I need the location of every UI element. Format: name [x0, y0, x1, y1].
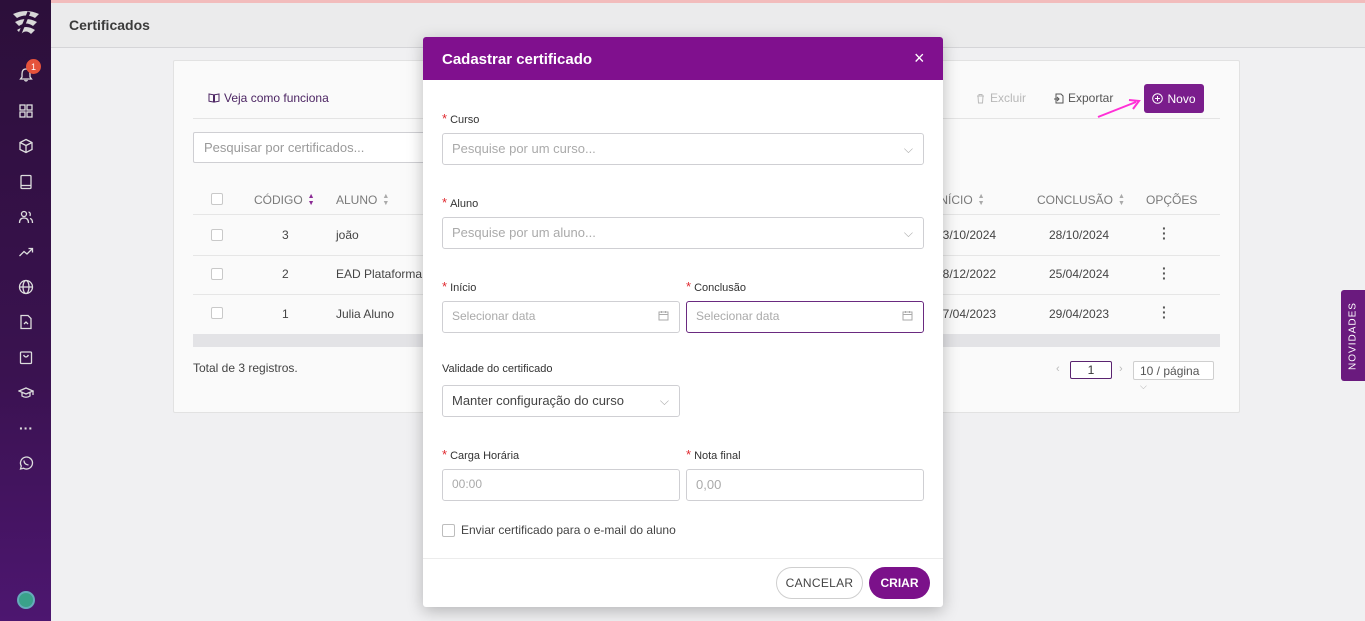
cell-student: Julia Aluno	[336, 307, 395, 321]
chevron-down-icon: ⌵	[1140, 381, 1147, 391]
new-label: Novo	[1167, 91, 1196, 106]
column-header-codigo[interactable]: CÓDIGO ▲ ▼	[254, 193, 315, 207]
conclusao-date-picker[interactable]: Selecionar data	[686, 301, 924, 333]
graduation-icon[interactable]	[16, 383, 36, 403]
row-options-icon[interactable]: · · ·	[1162, 221, 1167, 245]
send-email-checkbox[interactable]	[442, 524, 455, 537]
row-options-icon[interactable]: · · ·	[1162, 300, 1167, 324]
calendar-icon	[658, 310, 669, 324]
trending-icon[interactable]	[16, 242, 36, 262]
total-records: Total de 3 registros.	[193, 361, 298, 375]
export-icon	[1054, 93, 1064, 103]
nota-final-input[interactable]: 0,00	[686, 469, 924, 501]
cell-start: 23/10/2024	[936, 228, 997, 242]
chevron-down-icon: ⌵	[903, 226, 913, 240]
cell-start: 28/12/2022	[936, 267, 997, 281]
cell-code: 2	[282, 267, 289, 281]
pointer-arrow-icon	[1097, 99, 1141, 118]
users-icon[interactable]	[16, 207, 36, 227]
modal-header: Cadastrar certificado ×	[423, 37, 943, 80]
whatsapp-icon[interactable]	[16, 453, 36, 473]
create-button[interactable]: CRIAR	[869, 567, 930, 599]
modal-footer-divider	[423, 558, 943, 559]
row-checkbox[interactable]	[211, 229, 223, 241]
calendar-icon	[902, 310, 913, 324]
sort-icon: ▲ ▼	[307, 193, 315, 207]
cell-student: EAD Plataforma	[336, 267, 423, 281]
current-page[interactable]: 1	[1070, 361, 1112, 379]
column-header-opcoes: OPÇÕES	[1146, 193, 1198, 207]
cell-code: 1	[282, 307, 289, 321]
novidades-tab[interactable]: NOVIDADES	[1341, 290, 1365, 381]
cell-code: 3	[282, 228, 289, 242]
send-email-label[interactable]: Enviar certificado para o e-mail do alun…	[461, 523, 676, 537]
chevron-down-icon: ⌵	[659, 394, 669, 408]
user-avatar[interactable]	[17, 591, 35, 609]
novidades-label: NOVIDADES	[1347, 301, 1359, 370]
sort-icon: ▲ ▼	[1118, 193, 1125, 207]
cell-end: 28/10/2024	[1049, 228, 1110, 242]
column-header-aluno[interactable]: ALUNO ▲ ▼	[336, 193, 389, 207]
validade-label: Validade do certificado	[442, 363, 553, 375]
chevron-down-icon: ⌵	[903, 142, 913, 156]
search-input[interactable]: Pesquisar por certificados...	[193, 132, 433, 163]
more-icon[interactable]: ···	[16, 418, 36, 438]
column-header-conclusao[interactable]: CONCLUSÃO ▲ ▼	[1037, 193, 1125, 207]
validade-select[interactable]: Manter configuração do curso ⌵	[442, 385, 680, 417]
page-size-select[interactable]: 10 / página ⌵	[1133, 361, 1214, 391]
brand-logo-icon[interactable]	[9, 6, 43, 40]
carga-horaria-label: * Carga Horária	[442, 447, 520, 462]
page-title: Certificados	[69, 17, 150, 33]
inicio-label: * Início	[442, 279, 477, 294]
new-button[interactable]: Novo	[1144, 84, 1204, 113]
nota-final-label: * Nota final	[686, 447, 741, 462]
cell-student: joão	[336, 228, 359, 242]
box-icon[interactable]	[16, 136, 36, 156]
column-header-inicio[interactable]: INÍCIO ▲ ▼	[936, 193, 985, 207]
next-page-icon[interactable]: ›	[1119, 363, 1123, 375]
carga-horaria-input[interactable]: 00:00	[442, 469, 680, 501]
plus-circle-icon	[1152, 93, 1164, 104]
create-certificate-modal: Cadastrar certificado × * Curso Pesquise …	[423, 37, 943, 607]
trash-icon	[977, 93, 984, 103]
how-it-works-label: Veja como funciona	[224, 91, 329, 105]
notification-badge: 1	[26, 59, 41, 74]
close-icon[interactable]: ×	[914, 49, 925, 67]
delete-label: Excluir	[990, 91, 1027, 105]
row-checkbox[interactable]	[211, 268, 223, 280]
document-icon[interactable]	[16, 312, 36, 332]
aluno-select[interactable]: Pesquise por um aluno... ⌵	[442, 217, 924, 249]
sort-icon: ▲ ▼	[977, 193, 985, 207]
prev-page-icon[interactable]: ‹	[1056, 363, 1060, 375]
how-it-works-link[interactable]: Veja como funciona	[208, 91, 329, 105]
row-checkbox[interactable]	[211, 307, 223, 319]
aluno-label: * Aluno	[442, 195, 479, 210]
conclusao-label: * Conclusão	[686, 279, 747, 294]
inicio-date-picker[interactable]: Selecionar data	[442, 301, 680, 333]
curso-label: * Curso	[442, 111, 480, 126]
cell-end: 29/04/2023	[1049, 307, 1110, 321]
cancel-button[interactable]: CANCELAR	[776, 567, 863, 599]
sidebar: 1 ···	[0, 0, 51, 621]
bag-icon[interactable]	[16, 347, 36, 367]
curso-select[interactable]: Pesquise por um curso... ⌵	[442, 133, 924, 165]
cell-end: 25/04/2024	[1049, 267, 1110, 281]
dashboard-icon[interactable]	[16, 101, 36, 121]
book-icon[interactable]	[16, 172, 36, 192]
book-open-icon	[208, 93, 220, 103]
sort-icon: ▲ ▼	[382, 193, 390, 207]
globe-icon[interactable]	[16, 277, 36, 297]
delete-button[interactable]: Excluir	[975, 91, 1026, 105]
row-options-icon[interactable]: · · ·	[1162, 261, 1167, 285]
cell-start: 27/04/2023	[936, 307, 997, 321]
modal-title: Cadastrar certificado	[442, 51, 593, 68]
page-size-value: 10 / página	[1140, 364, 1200, 378]
select-all-checkbox[interactable]	[211, 193, 223, 205]
